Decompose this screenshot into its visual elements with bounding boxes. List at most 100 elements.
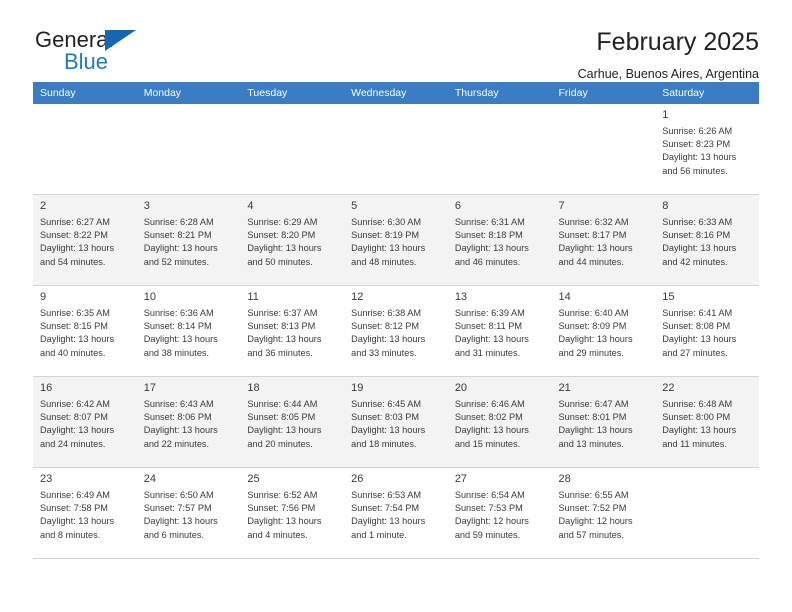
calendar-day-cell[interactable]: 27 Sunrise: 6:54 AM Sunset: 7:53 PM Dayligh… — [447, 467, 552, 559]
weekday-header-row: Sunday Monday Tuesday Wednesday Thursday Frid… — [33, 82, 759, 104]
calendar-day-cell[interactable]: 26 Sunrise: 6:53 AM Sunset: 7:54 PM Dayligh… — [344, 467, 448, 559]
day-sunrise-text: Sunrise: 6:48 AM — [662, 399, 733, 409]
calendar-day-cell[interactable]: 21 Sunrise: 6:47 AM Sunset: 8:01 PM Dayligh… — [551, 376, 656, 468]
day-detail: Sunrise: 6:38 AM Sunset: 8:12 PM Daylight:… — [351, 307, 441, 360]
day-sunrise-text: Sunrise: 6:35 AM — [40, 308, 110, 318]
day-number: 12 — [351, 291, 364, 303]
weekday-header-friday: Friday — [551, 82, 656, 104]
calendar-cell-empty — [344, 104, 448, 195]
day-sunset-text: Sunset: 8:11 PM — [454, 321, 523, 332]
day-daylight-line2-text: and 57 minutes. — [558, 529, 624, 540]
day-detail: Sunrise: 6:40 AM Sunset: 8:09 PM Daylight:… — [559, 307, 649, 360]
calendar-day-cell[interactable]: 6 Sunrise: 6:31 AM Sunset: 8:18 PM Daylight… — [447, 194, 552, 286]
weekday-header-sunday: Sunday — [33, 82, 137, 104]
calendar-day-cell[interactable]: 23 Sunrise: 6:49 AM Sunset: 7:58 PM Dayligh… — [33, 467, 137, 559]
calendar-day-cell[interactable]: 25 Sunrise: 6:52 AM Sunset: 7:56 PM Dayligh… — [240, 467, 345, 559]
calendar-day-cell[interactable]: 15 Sunrise: 6:41 AM Sunset: 8:08 PM Dayligh… — [655, 285, 759, 377]
day-detail: Sunrise: 6:53 AM Sunset: 7:54 PM Daylight:… — [351, 489, 441, 542]
day-daylight-line1-text: Daylight: 13 hours — [662, 243, 737, 254]
calendar-day-cell[interactable]: 18 Sunrise: 6:44 AM Sunset: 8:05 PM Dayligh… — [240, 376, 345, 468]
calendar-day-cell[interactable]: 28 Sunrise: 6:55 AM Sunset: 7:52 PM Dayligh… — [551, 467, 656, 559]
day-number: 4 — [247, 200, 254, 212]
day-detail: Sunrise: 6:48 AM Sunset: 8:00 PM Daylight:… — [662, 398, 752, 451]
day-sunrise-text: Sunrise: 6:29 AM — [247, 217, 318, 227]
calendar-day-cell[interactable]: 9 Sunrise: 6:35 AM Sunset: 8:15 PM Daylight… — [33, 285, 137, 377]
calendar-day-cell[interactable]: 14 Sunrise: 6:40 AM Sunset: 8:09 PM Dayligh… — [551, 285, 656, 377]
calendar-day-cell[interactable]: 7 Sunrise: 6:32 AM Sunset: 8:17 PM Daylight… — [551, 194, 656, 286]
page-header: General Blue February 2025 Carhue, Bueno… — [33, 0, 759, 81]
calendar-week-row: 16 Sunrise: 6:42 AM Sunset: 8:07 PM Dayligh… — [33, 376, 759, 468]
day-daylight-line1-text: Daylight: 13 hours — [247, 425, 322, 436]
calendar-day-cell[interactable]: 17 Sunrise: 6:43 AM Sunset: 8:06 PM Dayligh… — [136, 376, 241, 468]
day-detail: Sunrise: 6:32 AM Sunset: 8:17 PM Daylight:… — [559, 216, 649, 269]
day-number: 21 — [558, 382, 571, 394]
page-title: February 2025 — [596, 28, 759, 56]
calendar-day-cell[interactable]: 5 Sunrise: 6:30 AM Sunset: 8:19 PM Daylight… — [344, 194, 448, 286]
calendar-day-cell[interactable]: 3 Sunrise: 6:28 AM Sunset: 8:21 PM Daylight… — [136, 194, 241, 286]
day-cell-inner — [552, 104, 656, 194]
day-number: 5 — [351, 200, 358, 212]
day-cell-inner: 21 Sunrise: 6:47 AM Sunset: 8:01 PM Dayligh… — [552, 377, 656, 467]
calendar-day-cell[interactable]: 11 Sunrise: 6:37 AM Sunset: 8:13 PM Dayligh… — [240, 285, 345, 377]
day-sunrise-text: Sunrise: 6:26 AM — [662, 126, 733, 136]
day-sunset-text: Sunset: 8:19 PM — [351, 230, 420, 241]
calendar-day-cell[interactable]: 4 Sunrise: 6:29 AM Sunset: 8:20 PM Daylight… — [240, 194, 345, 286]
day-cell-inner: 28 Sunrise: 6:55 AM Sunset: 7:52 PM Dayligh… — [552, 468, 656, 558]
day-sunset-text: Sunset: 8:17 PM — [558, 230, 627, 241]
calendar-day-cell[interactable]: 19 Sunrise: 6:45 AM Sunset: 8:03 PM Dayligh… — [344, 376, 448, 468]
day-sunset-text: Sunset: 8:14 PM — [143, 321, 212, 332]
day-number: 22 — [662, 382, 675, 394]
calendar-cell-empty — [33, 104, 137, 195]
day-cell-inner: 26 Sunrise: 6:53 AM Sunset: 7:54 PM Dayligh… — [344, 468, 448, 558]
day-daylight-line2-text: and 31 minutes. — [454, 347, 521, 358]
calendar-day-cell[interactable]: 2 Sunrise: 6:27 AM Sunset: 8:22 PM Daylight… — [33, 194, 137, 286]
day-daylight-line2-text: and 24 minutes. — [40, 438, 106, 449]
day-number: 27 — [454, 473, 468, 485]
calendar-header-row: Sunday Monday Tuesday Wednesday Thursday Frid… — [33, 82, 759, 104]
calendar-day-cell[interactable]: 22 Sunrise: 6:48 AM Sunset: 8:00 PM Dayligh… — [655, 376, 759, 468]
calendar-day-cell[interactable]: 16 Sunrise: 6:42 AM Sunset: 8:07 PM Dayligh… — [33, 376, 137, 468]
day-number: 2 — [40, 200, 47, 212]
day-detail: Sunrise: 6:55 AM Sunset: 7:52 PM Daylight:… — [559, 489, 649, 542]
day-sunset-text: Sunset: 8:01 PM — [558, 412, 627, 423]
calendar-day-cell[interactable]: 10 Sunrise: 6:36 AM Sunset: 8:14 PM Dayligh… — [136, 285, 241, 377]
day-cell-inner — [137, 104, 241, 194]
day-daylight-line1-text: Daylight: 13 hours — [351, 243, 426, 254]
calendar-day-cell[interactable]: 12 Sunrise: 6:38 AM Sunset: 8:12 PM Dayligh… — [344, 285, 448, 377]
calendar-day-cell[interactable]: 8 Sunrise: 6:33 AM Sunset: 8:16 PM Daylight… — [655, 194, 759, 286]
day-daylight-line2-text: and 1 minute. — [351, 529, 407, 540]
day-detail: Sunrise: 6:36 AM Sunset: 8:14 PM Daylight:… — [144, 307, 234, 360]
day-number: 9 — [40, 291, 47, 303]
weekday-header-saturday: Saturday — [655, 82, 759, 104]
day-cell-inner: 11 Sunrise: 6:37 AM Sunset: 8:13 PM Dayligh… — [240, 286, 344, 376]
day-number: 10 — [143, 291, 156, 303]
calendar-week-row: 1 Sunrise: 6:26 AM Sunset: 8:23 PM Daylight… — [33, 104, 759, 195]
day-daylight-line2-text: and 42 minutes. — [662, 256, 728, 267]
day-detail: Sunrise: 6:30 AM Sunset: 8:19 PM Daylight:… — [351, 216, 441, 269]
day-daylight-line2-text: and 22 minutes. — [143, 438, 210, 449]
day-daylight-line2-text: and 29 minutes. — [558, 347, 624, 358]
day-number: 25 — [247, 473, 260, 485]
day-daylight-line2-text: and 38 minutes. — [143, 347, 210, 358]
day-cell-inner: 13 Sunrise: 6:39 AM Sunset: 8:11 PM Dayligh… — [448, 286, 552, 376]
day-cell-inner: 20 Sunrise: 6:46 AM Sunset: 8:02 PM Dayligh… — [448, 377, 552, 467]
day-daylight-line2-text: and 4 minutes. — [247, 529, 308, 540]
day-sunrise-text: Sunrise: 6:31 AM — [454, 217, 525, 227]
day-number: 24 — [143, 473, 156, 485]
day-cell-inner — [448, 104, 552, 194]
calendar-day-cell[interactable]: 20 Sunrise: 6:46 AM Sunset: 8:02 PM Dayligh… — [447, 376, 552, 468]
day-daylight-line1-text: Daylight: 13 hours — [143, 425, 218, 436]
calendar-day-cell[interactable]: 13 Sunrise: 6:39 AM Sunset: 8:11 PM Dayligh… — [447, 285, 552, 377]
day-cell-inner: 14 Sunrise: 6:40 AM Sunset: 8:09 PM Dayligh… — [552, 286, 656, 376]
day-cell-inner: 8 Sunrise: 6:33 AM Sunset: 8:16 PM Daylight… — [655, 195, 759, 285]
day-number: 14 — [558, 291, 571, 303]
day-daylight-line2-text: and 54 minutes. — [40, 256, 106, 267]
calendar-cell-empty — [136, 104, 241, 195]
general-blue-logo[interactable]: General Blue — [33, 27, 158, 79]
day-cell-inner: 23 Sunrise: 6:49 AM Sunset: 7:58 PM Dayligh… — [33, 468, 137, 558]
day-cell-inner: 2 Sunrise: 6:27 AM Sunset: 8:22 PM Daylight… — [33, 195, 137, 285]
day-detail: Sunrise: 6:54 AM Sunset: 7:53 PM Daylight:… — [455, 489, 545, 542]
day-cell-inner: 17 Sunrise: 6:43 AM Sunset: 8:06 PM Dayligh… — [137, 377, 241, 467]
calendar-day-cell[interactable]: 1 Sunrise: 6:26 AM Sunset: 8:23 PM Daylight… — [655, 104, 759, 195]
calendar-day-cell[interactable]: 24 Sunrise: 6:50 AM Sunset: 7:57 PM Dayligh… — [136, 467, 241, 559]
